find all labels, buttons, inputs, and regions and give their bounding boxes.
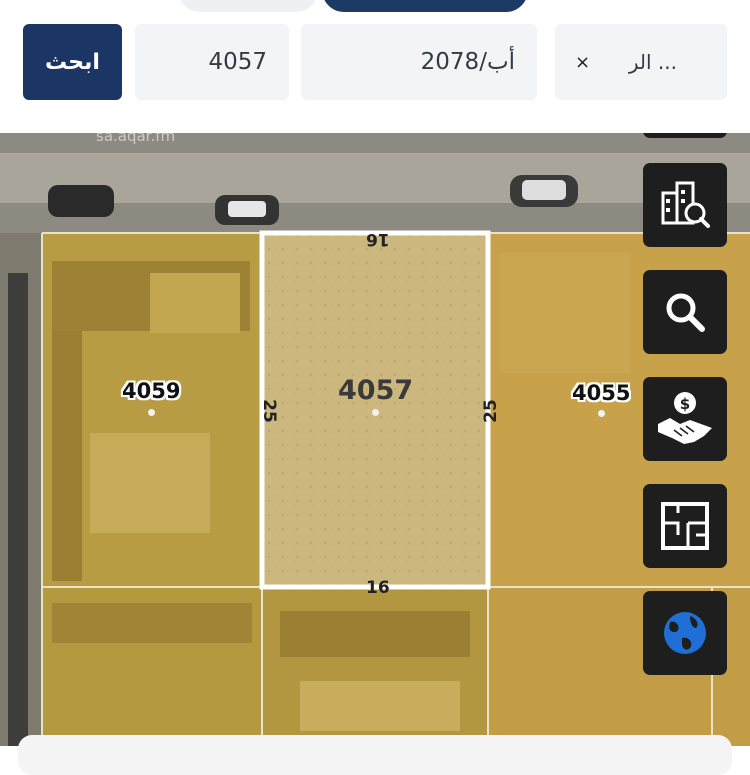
floor-plan-button[interactable] — [643, 484, 727, 568]
plot-centroid — [372, 409, 379, 416]
building-search-button[interactable] — [643, 163, 727, 247]
bottom-sheet[interactable] — [18, 735, 732, 775]
floor-plan-icon — [661, 502, 709, 550]
plot-number-field[interactable]: 4057 — [135, 24, 289, 100]
handshake-dollar-icon: $ — [658, 392, 712, 444]
roof-shape — [52, 331, 82, 581]
svg-text:$: $ — [680, 395, 690, 413]
car-roof — [522, 180, 566, 200]
plot-centroid — [598, 410, 605, 417]
car-roof — [228, 201, 266, 217]
plot-label-4055[interactable]: 4055 — [572, 381, 630, 405]
watermark: sa.aqar.fm — [96, 133, 176, 145]
city-select[interactable]: × الر ... — [555, 24, 727, 100]
building-search-icon — [661, 181, 710, 228]
roof-shape — [150, 273, 240, 333]
selected-plot-label[interactable]: 4057 — [338, 375, 413, 406]
roof-shape — [300, 681, 460, 731]
plan-number-value: 2078/أب — [420, 49, 515, 75]
roof-shape — [52, 603, 252, 643]
top-tab-active[interactable] — [322, 0, 528, 12]
plot-number-value: 4057 — [208, 49, 267, 75]
map-imagery — [0, 133, 750, 746]
search-bar: ابحث 4057 2078/أب × الر ... — [0, 0, 750, 133]
clear-icon[interactable]: × — [575, 52, 590, 73]
price-deal-button[interactable]: $ — [643, 377, 727, 461]
plan-number-field[interactable]: 2078/أب — [301, 24, 537, 100]
globe-button[interactable] — [643, 591, 727, 675]
magnifier-icon — [666, 293, 705, 332]
top-tab-inactive[interactable] — [178, 0, 318, 12]
search-tool-button[interactable] — [643, 270, 727, 354]
search-button[interactable]: ابحث — [23, 24, 122, 100]
dimension-top: 16 — [366, 229, 390, 249]
globe-icon — [664, 612, 706, 654]
dimension-left: 25 — [258, 399, 279, 423]
side-wall — [8, 273, 28, 746]
city-value: الر ... — [628, 50, 677, 74]
plot-centroid — [148, 409, 155, 416]
plot-label-4059[interactable]: 4059 — [122, 379, 180, 403]
car — [48, 185, 114, 217]
dimension-right: 25 — [480, 399, 501, 423]
satellite-map[interactable]: sa.aqar.fm 4059 4055 4057 16 16 25 25 — [0, 133, 750, 746]
roof-shape — [500, 253, 630, 373]
roof-shape — [280, 611, 470, 657]
roof-shape — [90, 433, 210, 533]
dimension-bottom: 16 — [366, 578, 390, 598]
